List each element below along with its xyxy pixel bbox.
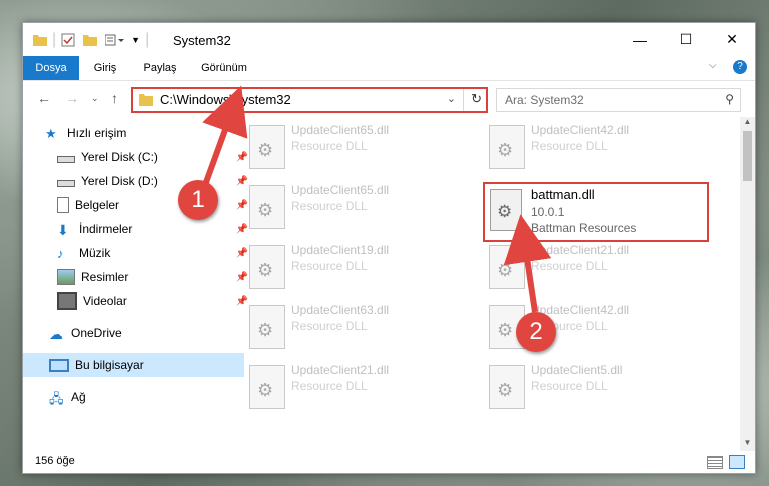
annotation-arrows — [202, 85, 552, 313]
step-badge-1: 1 — [178, 180, 218, 220]
arrow-to-battman-file — [503, 214, 552, 313]
arrow-to-address-bar — [202, 85, 248, 187]
step-badge-2: 2 — [516, 312, 556, 352]
